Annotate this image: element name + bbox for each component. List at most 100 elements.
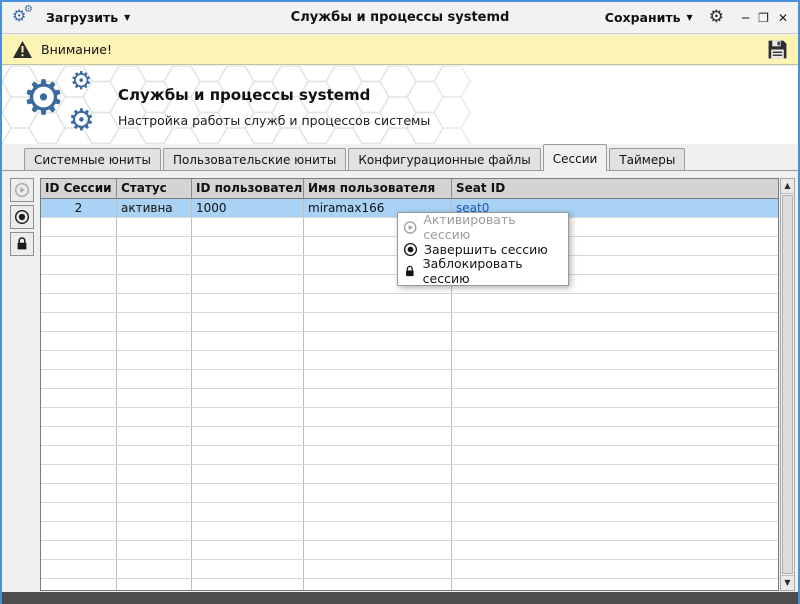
table-cell-empty <box>41 237 117 255</box>
column-header-user-id[interactable]: ID пользователя <box>192 179 304 198</box>
cell-user-id: 1000 <box>192 199 304 217</box>
maximize-button[interactable]: ❐ <box>758 12 769 24</box>
lock-icon <box>17 237 27 250</box>
tab-user-units[interactable]: Пользовательские юниты <box>162 148 347 171</box>
table-cell-empty <box>452 465 778 483</box>
table-row-empty <box>41 427 778 446</box>
cell-session-id: 2 <box>41 199 117 217</box>
column-header-user-name[interactable]: Имя пользователя <box>304 179 452 198</box>
tab-underline <box>2 170 798 171</box>
titlebar-right-cluster: Сохранить ▼ ⚙ ─ ❐ ✕ <box>605 9 788 26</box>
table-cell-empty <box>452 560 778 578</box>
table-cell-empty <box>192 332 304 350</box>
stop-circle-icon <box>403 242 418 256</box>
table-row-empty <box>41 541 778 560</box>
table-cell-empty <box>117 351 192 369</box>
table-cell-empty <box>452 427 778 445</box>
cell-status: активна <box>117 199 192 217</box>
gears-icon: ⚙ ⚙ ⚙ <box>22 66 110 140</box>
window-title: Службы и процессы systemd <box>290 10 510 25</box>
table-cell-empty <box>117 294 192 312</box>
table-row-empty <box>41 294 778 313</box>
table-cell-empty <box>192 351 304 369</box>
table-header: ID Сессии Статус ID пользователя Имя пол… <box>41 179 778 199</box>
table-cell-empty <box>117 522 192 540</box>
scroll-up-button[interactable]: ▲ <box>781 179 794 194</box>
minimize-button[interactable]: ─ <box>742 12 749 24</box>
lock-session-button[interactable] <box>10 232 34 256</box>
chevron-down-icon: ▼ <box>686 12 693 22</box>
table-cell-empty <box>41 484 117 502</box>
tab-config-files[interactable]: Конфигурационные файлы <box>348 148 541 171</box>
table-cell-empty <box>117 389 192 407</box>
table-cell-empty <box>117 408 192 426</box>
table-cell-empty <box>117 275 192 293</box>
table-row-empty <box>41 332 778 351</box>
activate-session-button[interactable] <box>10 178 34 202</box>
table-cell-empty <box>117 484 192 502</box>
save-file-icon[interactable] <box>767 39 788 60</box>
column-header-seat-id[interactable]: Seat ID <box>452 179 778 198</box>
close-button[interactable]: ✕ <box>778 12 788 24</box>
table-cell-empty <box>41 313 117 331</box>
header-fade <box>2 66 798 144</box>
app-window: ⚙ ⚙ Загрузить ▼ Службы и процессы system… <box>0 0 800 604</box>
window-bottom-edge <box>2 592 798 604</box>
table-cell-empty <box>452 294 778 312</box>
column-header-session-id[interactable]: ID Сессии <box>41 179 117 198</box>
table-cell-empty <box>41 218 117 236</box>
table-cell-empty <box>192 218 304 236</box>
menu-item-label: Завершить сессию <box>424 241 548 257</box>
table-cell-empty <box>304 522 452 540</box>
table-cell-empty <box>41 541 117 559</box>
table-cell-empty <box>117 465 192 483</box>
page-subtitle: Настройка работы служб и процессов систе… <box>118 113 431 128</box>
table-row-empty <box>41 389 778 408</box>
table-row-empty <box>41 503 778 522</box>
gear-icon: ⚙ <box>68 103 95 138</box>
table-cell-empty <box>41 389 117 407</box>
vertical-scrollbar[interactable]: ▲ ▼ <box>780 178 795 591</box>
table-cell-empty <box>41 446 117 464</box>
save-label: Сохранить <box>604 10 681 25</box>
settings-gear-icon[interactable]: ⚙ <box>709 9 724 26</box>
table-cell-empty <box>304 294 452 312</box>
table-row-empty <box>41 522 778 541</box>
save-dropdown-button[interactable]: Сохранить ▼ <box>605 10 693 25</box>
table-row-empty <box>41 465 778 484</box>
tab-sessions[interactable]: Сессии <box>542 144 608 171</box>
session-context-menu: Активировать сессию Завершить сессию Заб… <box>397 212 569 286</box>
warning-triangle-icon <box>13 41 32 58</box>
table-cell-empty <box>192 427 304 445</box>
table-cell-empty <box>452 446 778 464</box>
gear-icon: ⚙ <box>70 66 93 95</box>
scroll-down-button[interactable]: ▼ <box>781 575 794 590</box>
terminate-session-button[interactable] <box>10 205 34 229</box>
tab-system-units[interactable]: Системные юниты <box>24 148 161 171</box>
gear-icon: ⚙ <box>22 70 66 126</box>
table-cell-empty <box>304 313 452 331</box>
scrollbar-thumb[interactable] <box>782 195 793 574</box>
table-cell-empty <box>304 503 452 521</box>
table-cell-empty <box>452 389 778 407</box>
table-cell-empty <box>304 351 452 369</box>
table-cell-empty <box>41 465 117 483</box>
table-cell-empty <box>117 427 192 445</box>
table-cell-empty <box>192 389 304 407</box>
tab-timers[interactable]: Таймеры <box>609 148 686 171</box>
table-cell-empty <box>117 256 192 274</box>
table-cell-empty <box>304 484 452 502</box>
table-cell-empty <box>452 313 778 331</box>
table-cell-empty <box>304 427 452 445</box>
gear-icon: ⚙ <box>24 3 33 15</box>
table-cell-empty <box>41 294 117 312</box>
load-dropdown-button[interactable]: Загрузить ▼ <box>46 10 130 25</box>
load-label: Загрузить <box>46 10 119 25</box>
column-header-status[interactable]: Статус <box>117 179 192 198</box>
table-cell-empty <box>452 408 778 426</box>
table-cell-empty <box>452 541 778 559</box>
menu-item-activate-session[interactable]: Активировать сессию <box>400 212 566 242</box>
table-row-empty <box>41 408 778 427</box>
menu-item-lock-session[interactable]: Заблокировать сессию <box>400 256 566 286</box>
table-cell-empty <box>117 541 192 559</box>
